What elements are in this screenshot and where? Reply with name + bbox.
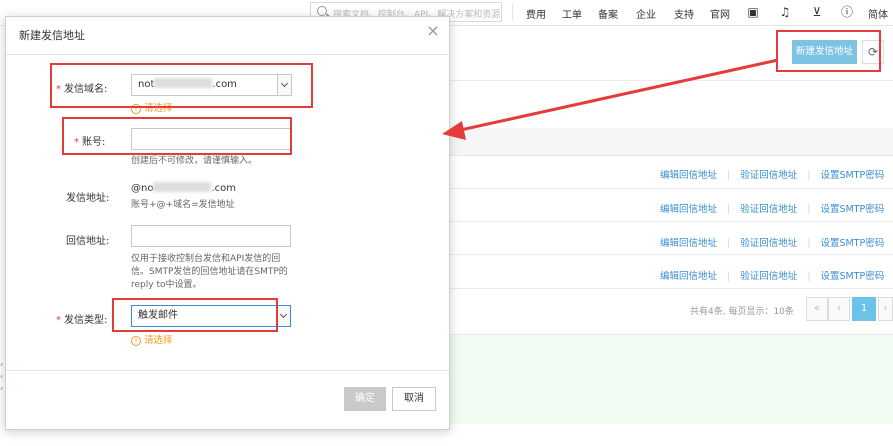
address-value-prefix: @no [131,183,154,194]
annotation-box-type [112,298,278,332]
verify-reply-address-link[interactable]: 验证回信地址 [740,268,797,282]
divider: | [807,238,811,249]
nav-support[interactable]: 支持 [674,6,694,21]
help-icon[interactable]: ⓘ [840,5,854,19]
annotation-box-account [62,117,292,155]
divider [440,288,893,289]
divider [6,54,449,55]
account-hint: 创建后不可修改，请谨慎输入。 [131,156,258,166]
verify-reply-address-link[interactable]: 验证回信地址 [740,167,797,181]
cancel-button[interactable]: 取消 [392,387,436,411]
verify-reply-address-link[interactable]: 验证回信地址 [740,201,797,215]
address-value: @no .com [131,182,236,194]
reply-address-input[interactable] [131,225,291,247]
divider [440,254,893,255]
required-mark: * [56,315,61,326]
divider [440,188,893,189]
edit-reply-address-link[interactable]: 编辑回信地址 [660,167,717,181]
edit-reply-address-link[interactable]: 编辑回信地址 [660,201,717,215]
table-row: 编辑回信地址 | 验证回信地址 | 设置SMTP密码 [660,268,884,282]
nav-beian[interactable]: 备案 [598,6,618,21]
set-smtp-password-link[interactable]: 设置SMTP密码 [820,167,884,181]
warning-icon: ! [131,336,141,346]
reply-label: 回信地址: [66,236,110,247]
reply-hint-line-1: 仅用于接收控制台发信和API发信的回 [131,254,281,264]
set-smtp-password-link[interactable]: 设置SMTP密码 [820,235,884,249]
reply-hint-line-2: 信。SMTP发信的回信地址请在SMTP的 [131,267,288,277]
pager-info: 共有4条, 每页显示：10条 [690,307,794,317]
pager-prev-button[interactable]: ‹ [828,297,850,321]
divider: | [807,170,811,181]
chevron-down-icon[interactable] [276,306,290,326]
divider: | [807,271,811,282]
close-icon[interactable]: × [425,23,441,39]
annotation-box-domain [50,63,313,108]
address-label: 发信地址: [66,193,110,204]
search-icon [317,6,327,16]
divider: | [727,204,731,215]
edit-reply-address-link[interactable]: 编辑回信地址 [660,235,717,249]
table-row: 编辑回信地址 | 验证回信地址 | 设置SMTP密码 [660,201,884,215]
set-smtp-password-link[interactable]: 设置SMTP密码 [820,201,884,215]
divider: | [727,170,731,181]
divider: | [727,238,731,249]
info-panel [440,334,893,424]
nav-enterprise[interactable]: 企业 [636,6,656,21]
nav-tickets[interactable]: 工单 [562,6,582,21]
nav-language[interactable]: 简体 [868,6,888,21]
pager-page-1[interactable]: 1 [852,297,876,321]
table-row: 编辑回信地址 | 验证回信地址 | 设置SMTP密码 [660,235,884,249]
divider: | [807,204,811,215]
type-label-text: 发信类型: [64,315,108,326]
pager-first-button[interactable]: « [806,297,828,321]
edit-reply-address-link[interactable]: 编辑回信地址 [660,268,717,282]
type-label: * 发信类型: [56,311,107,326]
set-smtp-password-link[interactable]: 设置SMTP密码 [820,268,884,282]
verify-reply-address-link[interactable]: 验证回信地址 [740,235,797,249]
redacted-mask [153,182,212,192]
nav-fees[interactable]: 费用 [526,6,546,21]
divider [512,4,513,20]
nav-official-site[interactable]: 官网 [710,6,730,21]
confirm-button[interactable]: 确定 [344,387,386,411]
divider [6,370,449,371]
type-error: ! 请选择 [131,332,173,346]
terminal-icon[interactable]: ▣ [746,5,760,19]
dialog-title: 新建发信地址 [19,29,85,42]
pager-next-button[interactable]: › [878,297,893,321]
bell-icon[interactable]: ♫ [778,5,792,19]
divider [440,80,893,81]
type-error-text: 请选择 [144,335,173,346]
cart-icon[interactable]: ⊻ [810,5,824,19]
annotation-box-new-button [776,30,881,72]
divider: | [727,271,731,282]
reply-hint-line-3: reply to中设置。 [131,280,202,290]
address-value-suffix: .com [211,183,237,194]
address-hint: 账号+@+域名=发信地址 [131,200,235,210]
divider [440,221,893,222]
table-row: 编辑回信地址 | 验证回信地址 | 设置SMTP密码 [660,167,884,181]
table-header [440,128,893,156]
